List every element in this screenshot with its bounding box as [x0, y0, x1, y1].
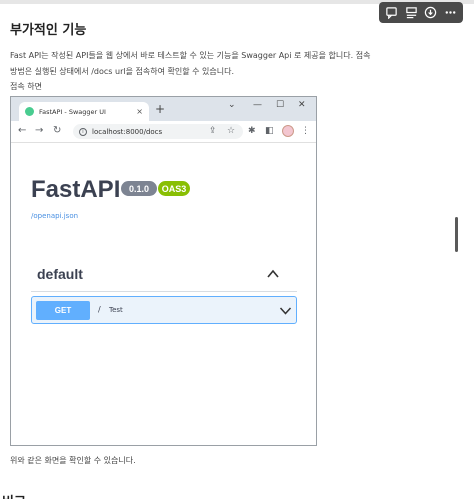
window-close-icon[interactable]: ✕: [298, 100, 306, 110]
chevron-up-icon[interactable]: [266, 268, 280, 280]
download-icon[interactable]: [422, 4, 439, 21]
url-text: localhost:8000/docs: [92, 127, 163, 136]
layout-icon[interactable]: [403, 4, 420, 21]
side-panel-icon[interactable]: ◧: [265, 125, 274, 137]
openapi-json-link[interactable]: /openapi.json: [31, 212, 78, 220]
bookmark-star-icon[interactable]: ☆: [227, 125, 235, 137]
body-paragraph-line-3: 접속 하면: [10, 82, 42, 91]
section-heading: 부가적인 기능: [10, 23, 87, 38]
tag-section-title[interactable]: default: [37, 266, 83, 282]
browser-tab[interactable]: FastAPI - Swagger UI ×: [19, 102, 149, 121]
oas-badge: OAS3: [158, 181, 190, 196]
url-omnibox[interactable]: i localhost:8000/docs: [73, 124, 243, 139]
swagger-ui: FastAPI 0.1.0 OAS3 /openapi.json default…: [11, 144, 316, 445]
site-info-icon[interactable]: i: [79, 127, 87, 136]
browser-address-bar: ← → ↻ i localhost:8000/docs ⇪ ☆ ✱ ◧ ⋮: [11, 121, 316, 143]
tab-close-icon[interactable]: ×: [136, 107, 143, 116]
version-badge: 0.1.0: [121, 181, 157, 196]
body-paragraph-line-2: 방법은 실행된 상태에서 /docs url을 접속하여 확인할 수 있습니다.: [10, 67, 234, 76]
operation-path: /: [98, 305, 101, 314]
more-icon[interactable]: [442, 4, 459, 21]
swagger-favicon-icon: [25, 107, 34, 116]
new-tab-icon[interactable]: +: [155, 102, 165, 116]
caption-text: 위와 같은 화면을 확인할 수 있습니다.: [10, 456, 136, 465]
operation-get-root[interactable]: GET / Test: [31, 296, 297, 324]
browser-screenshot: FastAPI - Swagger UI × + ⌄ — ☐ ✕ ← → ↻ i…: [10, 96, 317, 446]
maximize-icon[interactable]: ☐: [276, 100, 284, 110]
section-divider: [31, 291, 297, 292]
operation-summary: Test: [109, 306, 123, 314]
body-paragraph-line-1: Fast API는 작성된 API들을 웹 상에서 바로 테스트할 수 있는 기…: [10, 51, 371, 60]
floating-toolbar: [379, 2, 463, 23]
tab-title: FastAPI - Swagger UI: [39, 107, 106, 116]
forward-arrow-icon[interactable]: →: [35, 125, 43, 137]
extensions-icon[interactable]: ✱: [248, 125, 256, 137]
next-section-heading: 비교: [2, 491, 26, 499]
chevron-down-icon[interactable]: [279, 305, 292, 316]
profile-avatar[interactable]: [282, 125, 294, 137]
share-icon[interactable]: ⇪: [209, 125, 217, 137]
back-arrow-icon[interactable]: ←: [18, 125, 26, 137]
http-method-badge: GET: [36, 301, 90, 320]
api-title: FastAPI: [31, 176, 121, 203]
tab-search-icon[interactable]: ⌄: [228, 100, 236, 110]
browser-menu-icon[interactable]: ⋮: [301, 125, 310, 137]
minimize-icon[interactable]: —: [253, 100, 262, 110]
browser-tabstrip: FastAPI - Swagger UI × + ⌄ — ☐ ✕: [11, 97, 316, 121]
page-scrollbar[interactable]: [455, 217, 458, 252]
comment-icon[interactable]: [383, 4, 400, 21]
reload-icon[interactable]: ↻: [53, 125, 61, 137]
